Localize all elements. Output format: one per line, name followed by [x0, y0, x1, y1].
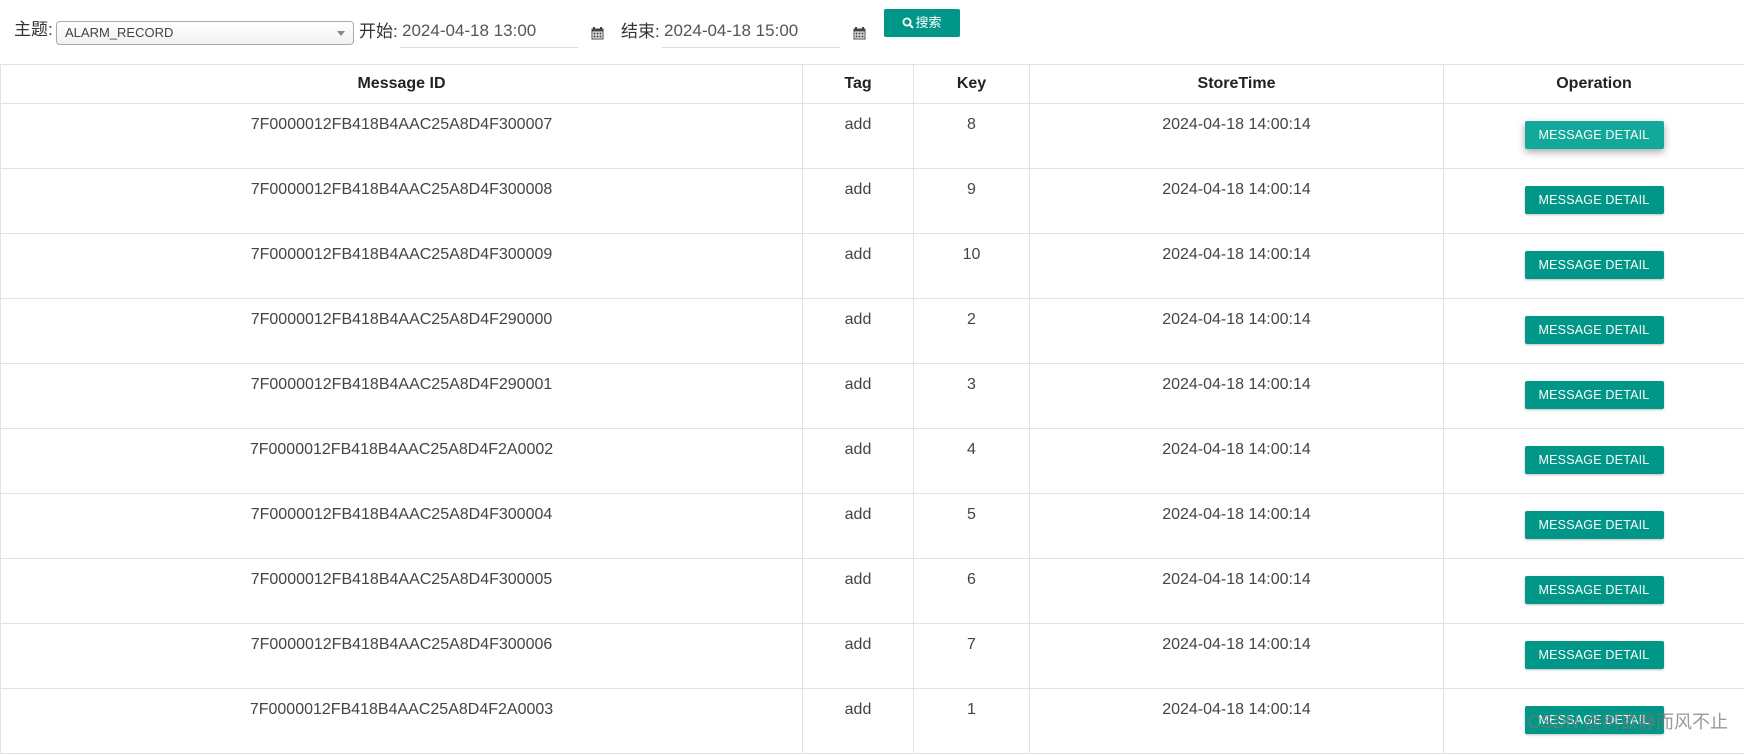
operation-cell: MESSAGE DETAIL	[1444, 559, 1744, 624]
message-id-cell: 7F0000012FB418B4AAC25A8D4F290000	[1, 299, 803, 364]
table-row: 7F0000012FB418B4AAC25A8D4F300005add62024…	[1, 559, 1744, 624]
storetime-cell: 2024-04-18 14:00:14	[1030, 364, 1444, 429]
key-cell: 9	[914, 169, 1030, 234]
key-cell: 2	[914, 299, 1030, 364]
storetime-cell: 2024-04-18 14:00:14	[1030, 299, 1444, 364]
end-datetime-input[interactable]: 2024-04-18 15:00	[662, 20, 840, 48]
table-header-row: Message ID Tag Key StoreTime Operation	[1, 65, 1744, 104]
operation-cell: MESSAGE DETAIL	[1444, 299, 1744, 364]
message-detail-button[interactable]: MESSAGE DETAIL	[1525, 446, 1664, 474]
message-id-cell: 7F0000012FB418B4AAC25A8D4F300009	[1, 234, 803, 299]
message-id-cell: 7F0000012FB418B4AAC25A8D4F2A0003	[1, 689, 803, 754]
key-cell: 1	[914, 689, 1030, 754]
table-row: 7F0000012FB418B4AAC25A8D4F300004add52024…	[1, 494, 1744, 559]
operation-cell: MESSAGE DETAIL	[1444, 624, 1744, 689]
table-row: 7F0000012FB418B4AAC25A8D4F2A0003add12024…	[1, 689, 1744, 754]
storetime-cell: 2024-04-18 14:00:14	[1030, 559, 1444, 624]
message-detail-button[interactable]: MESSAGE DETAIL	[1525, 186, 1664, 214]
table-row: 7F0000012FB418B4AAC25A8D4F300009add10202…	[1, 234, 1744, 299]
message-id-cell: 7F0000012FB418B4AAC25A8D4F300006	[1, 624, 803, 689]
topic-select[interactable]: ALARM_RECORD	[56, 21, 354, 45]
key-cell: 4	[914, 429, 1030, 494]
end-label: 结束:	[621, 22, 660, 42]
storetime-cell: 2024-04-18 14:00:14	[1030, 234, 1444, 299]
message-id-cell: 7F0000012FB418B4AAC25A8D4F2A0002	[1, 429, 803, 494]
tag-cell: add	[803, 104, 914, 169]
search-icon	[902, 17, 914, 29]
table-row: 7F0000012FB418B4AAC25A8D4F290001add32024…	[1, 364, 1744, 429]
tag-cell: add	[803, 494, 914, 559]
column-header-key: Key	[914, 65, 1030, 104]
column-header-message-id: Message ID	[1, 65, 803, 104]
column-header-storetime: StoreTime	[1030, 65, 1444, 104]
start-datetime-input[interactable]: 2024-04-18 13:00	[400, 20, 578, 48]
search-button[interactable]: 搜索	[884, 9, 960, 37]
table-row: 7F0000012FB418B4AAC25A8D4F290000add22024…	[1, 299, 1744, 364]
topic-select-value: ALARM_RECORD	[65, 25, 173, 40]
tag-cell: add	[803, 169, 914, 234]
operation-cell: MESSAGE DETAIL	[1444, 494, 1744, 559]
message-id-cell: 7F0000012FB418B4AAC25A8D4F290001	[1, 364, 803, 429]
tag-cell: add	[803, 559, 914, 624]
key-cell: 10	[914, 234, 1030, 299]
tag-cell: add	[803, 234, 914, 299]
storetime-cell: 2024-04-18 14:00:14	[1030, 689, 1444, 754]
storetime-cell: 2024-04-18 14:00:14	[1030, 104, 1444, 169]
message-detail-button[interactable]: MESSAGE DETAIL	[1525, 381, 1664, 409]
operation-cell: MESSAGE DETAIL	[1444, 364, 1744, 429]
start-label: 开始:	[359, 22, 398, 42]
tag-cell: add	[803, 364, 914, 429]
storetime-cell: 2024-04-18 14:00:14	[1030, 624, 1444, 689]
storetime-cell: 2024-04-18 14:00:14	[1030, 494, 1444, 559]
tag-cell: add	[803, 299, 914, 364]
search-toolbar: 主题: ALARM_RECORD 开始: 2024-04-18 13:00 结束…	[0, 0, 1744, 64]
operation-cell: MESSAGE DETAIL	[1444, 234, 1744, 299]
operation-cell: MESSAGE DETAIL	[1444, 169, 1744, 234]
tag-cell: add	[803, 429, 914, 494]
key-cell: 3	[914, 364, 1030, 429]
operation-cell: MESSAGE DETAIL	[1444, 104, 1744, 169]
calendar-icon[interactable]	[591, 27, 604, 40]
message-id-cell: 7F0000012FB418B4AAC25A8D4F300008	[1, 169, 803, 234]
chevron-down-icon	[337, 31, 345, 36]
tag-cell: add	[803, 689, 914, 754]
key-cell: 6	[914, 559, 1030, 624]
key-cell: 7	[914, 624, 1030, 689]
table-body: 7F0000012FB418B4AAC25A8D4F300007add82024…	[1, 104, 1744, 754]
storetime-cell: 2024-04-18 14:00:14	[1030, 169, 1444, 234]
message-detail-button[interactable]: MESSAGE DETAIL	[1525, 576, 1664, 604]
calendar-icon[interactable]	[853, 27, 866, 40]
table-row: 7F0000012FB418B4AAC25A8D4F300006add72024…	[1, 624, 1744, 689]
topic-label: 主题:	[14, 20, 53, 40]
column-header-tag: Tag	[803, 65, 914, 104]
watermark: CSDN @树欲静而风不止	[1528, 708, 1728, 734]
table-row: 7F0000012FB418B4AAC25A8D4F2A0002add42024…	[1, 429, 1744, 494]
key-cell: 8	[914, 104, 1030, 169]
message-detail-button[interactable]: MESSAGE DETAIL	[1525, 121, 1664, 149]
column-header-operation: Operation	[1444, 65, 1744, 104]
message-detail-button[interactable]: MESSAGE DETAIL	[1525, 251, 1664, 279]
key-cell: 5	[914, 494, 1030, 559]
message-id-cell: 7F0000012FB418B4AAC25A8D4F300007	[1, 104, 803, 169]
storetime-cell: 2024-04-18 14:00:14	[1030, 429, 1444, 494]
message-detail-button[interactable]: MESSAGE DETAIL	[1525, 641, 1664, 669]
message-id-cell: 7F0000012FB418B4AAC25A8D4F300004	[1, 494, 803, 559]
message-detail-button[interactable]: MESSAGE DETAIL	[1525, 316, 1664, 344]
message-id-cell: 7F0000012FB418B4AAC25A8D4F300005	[1, 559, 803, 624]
message-detail-button[interactable]: MESSAGE DETAIL	[1525, 511, 1664, 539]
message-table: Message ID Tag Key StoreTime Operation 7…	[0, 64, 1744, 754]
search-button-label: 搜索	[915, 15, 941, 30]
tag-cell: add	[803, 624, 914, 689]
table-row: 7F0000012FB418B4AAC25A8D4F300007add82024…	[1, 104, 1744, 169]
operation-cell: MESSAGE DETAIL	[1444, 429, 1744, 494]
table-row: 7F0000012FB418B4AAC25A8D4F300008add92024…	[1, 169, 1744, 234]
